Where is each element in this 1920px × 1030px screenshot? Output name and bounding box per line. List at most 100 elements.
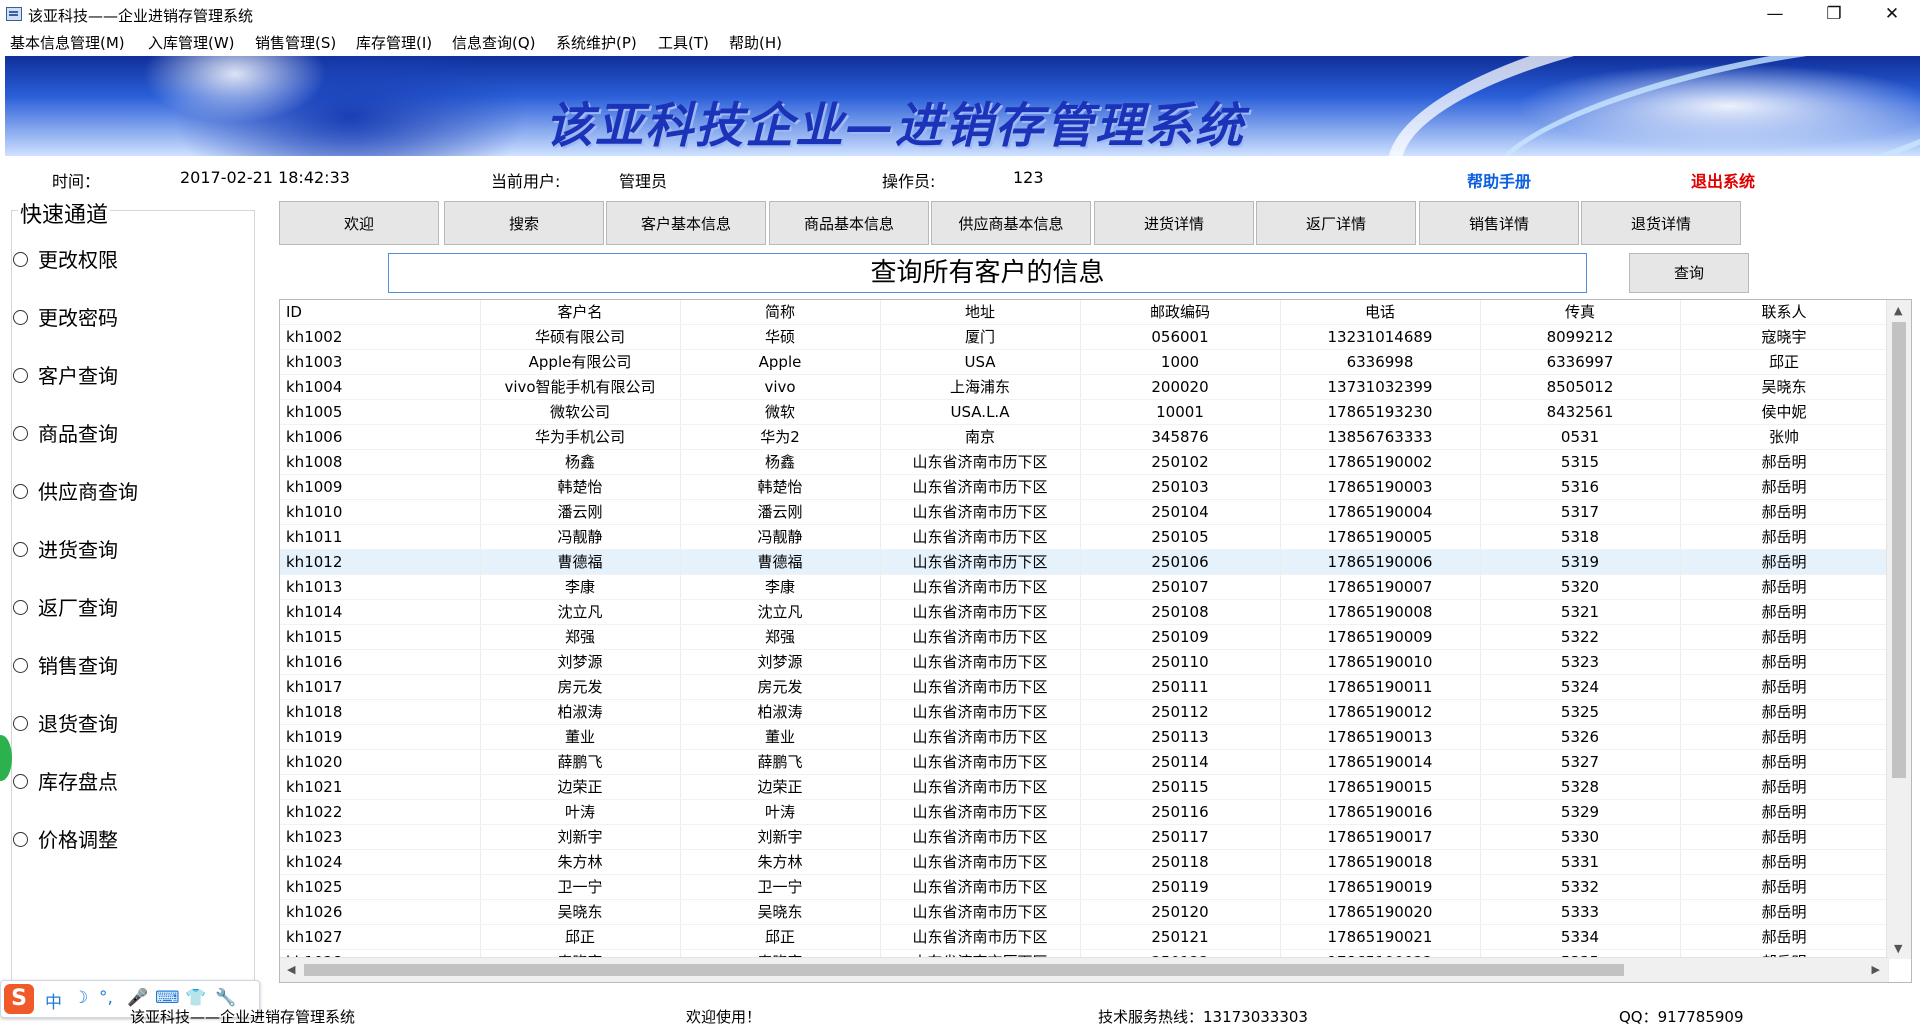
- cell-id[interactable]: kh1026: [280, 899, 481, 925]
- customer-grid[interactable]: ID 客户名 简称 地址 邮政编码 电话 传真 联系人 kh1002 华硕有限公司…: [279, 299, 1912, 983]
- cell-fax[interactable]: 5324: [1480, 674, 1681, 700]
- cell-phone[interactable]: 17865190002: [1280, 449, 1481, 475]
- cell-address[interactable]: 山东省济南市历下区: [880, 899, 1081, 925]
- radio-change-permission[interactable]: 更改权限: [13, 244, 118, 273]
- cell-phone[interactable]: 17865190018: [1280, 849, 1481, 875]
- cell-short-name[interactable]: vivo: [680, 374, 881, 400]
- cell-postcode[interactable]: 250110: [1080, 649, 1281, 675]
- cell-short-name[interactable]: 冯靓静: [680, 524, 881, 550]
- cell-postcode[interactable]: 250109: [1080, 624, 1281, 650]
- table-row[interactable]: kh1013 李康 李康 山东省济南市历下区 250107 17865190007 5320…: [280, 574, 1889, 600]
- cell-contact[interactable]: 郝岳明: [1680, 924, 1889, 950]
- cell-phone[interactable]: 17865190010: [1280, 649, 1481, 675]
- cell-address[interactable]: 山东省济南市历下区: [880, 774, 1081, 800]
- cell-postcode[interactable]: 250121: [1080, 924, 1281, 950]
- table-row[interactable]: kh1005 微软公司 微软 USA.L.A 10001 17865193230 84325…: [280, 399, 1889, 425]
- column-header-contact[interactable]: 联系人: [1680, 300, 1889, 325]
- cell-phone[interactable]: 17865190007: [1280, 574, 1481, 600]
- cell-id[interactable]: kh1023: [280, 824, 481, 850]
- menu-sales[interactable]: 销售管理(S): [255, 32, 336, 53]
- cell-postcode[interactable]: 250116: [1080, 799, 1281, 825]
- cell-fax[interactable]: 0531: [1480, 424, 1681, 450]
- cell-short-name[interactable]: 郑强: [680, 624, 881, 650]
- table-row[interactable]: kh1017 房元发 房元发 山东省济南市历下区 250111 17865190011 53…: [280, 674, 1889, 700]
- table-row[interactable]: kh1002 华硕有限公司 华硕 厦门 056001 13231014689 8099212…: [280, 324, 1889, 350]
- cell-phone[interactable]: 6336998: [1280, 349, 1481, 375]
- cell-id[interactable]: kh1024: [280, 849, 481, 875]
- cell-name[interactable]: 刘新宇: [480, 824, 681, 850]
- table-row[interactable]: kh1025 卫一宁 卫一宁 山东省济南市历下区 250119 17865190019 53…: [280, 874, 1889, 900]
- cell-id[interactable]: kh1019: [280, 724, 481, 750]
- cell-contact[interactable]: 郝岳明: [1680, 849, 1889, 875]
- cell-postcode[interactable]: 250106: [1080, 549, 1281, 575]
- menu-system[interactable]: 系统维护(P): [556, 32, 637, 53]
- table-row[interactable]: kh1003 Apple有限公司 Apple USA 1000 6336998 633699…: [280, 349, 1889, 375]
- cell-short-name[interactable]: 沈立凡: [680, 599, 881, 625]
- cell-contact[interactable]: 寇晓宇: [1680, 324, 1889, 350]
- cell-name[interactable]: 李康: [480, 574, 681, 600]
- cell-phone[interactable]: 17865190019: [1280, 874, 1481, 900]
- cell-short-name[interactable]: 韩楚怡: [680, 474, 881, 500]
- cell-id[interactable]: kh1013: [280, 574, 481, 600]
- cell-name[interactable]: 叶涛: [480, 799, 681, 825]
- cell-short-name[interactable]: 柏淑涛: [680, 699, 881, 725]
- radio-circle-icon[interactable]: [13, 310, 28, 325]
- cell-id[interactable]: kh1011: [280, 524, 481, 550]
- cell-address[interactable]: 山东省济南市历下区: [880, 674, 1081, 700]
- cell-name[interactable]: 曹德福: [480, 549, 681, 575]
- cell-postcode[interactable]: 250108: [1080, 599, 1281, 625]
- cell-postcode[interactable]: 250114: [1080, 749, 1281, 775]
- cell-postcode[interactable]: 250111: [1080, 674, 1281, 700]
- cell-phone[interactable]: 17865190021: [1280, 924, 1481, 950]
- cell-contact[interactable]: 郝岳明: [1680, 624, 1889, 650]
- tab-purchase-details[interactable]: 进货详情: [1094, 201, 1254, 245]
- cell-name[interactable]: 邱正: [480, 924, 681, 950]
- radio-price-adjust[interactable]: 价格调整: [13, 824, 118, 853]
- cell-contact[interactable]: 侯中妮: [1680, 399, 1889, 425]
- cell-fax[interactable]: 5323: [1480, 649, 1681, 675]
- cell-fax[interactable]: 5321: [1480, 599, 1681, 625]
- table-row[interactable]: kh1016 刘梦源 刘梦源 山东省济南市历下区 250110 17865190010 53…: [280, 649, 1889, 675]
- cell-name[interactable]: vivo智能手机有限公司: [480, 374, 681, 400]
- cell-address[interactable]: 山东省济南市历下区: [880, 799, 1081, 825]
- radio-circle-icon[interactable]: [13, 368, 28, 383]
- cell-fax[interactable]: 8505012: [1480, 374, 1681, 400]
- table-row[interactable]: kh1010 潘云刚 潘云刚 山东省济南市历下区 250104 17865190004 53…: [280, 499, 1889, 525]
- cell-name[interactable]: Apple有限公司: [480, 349, 681, 375]
- cell-postcode[interactable]: 250105: [1080, 524, 1281, 550]
- table-row[interactable]: kh1014 沈立凡 沈立凡 山东省济南市历下区 250108 17865190008 53…: [280, 599, 1889, 625]
- cell-contact[interactable]: 吴晓东: [1680, 374, 1889, 400]
- scroll-down-icon[interactable]: ▼: [1894, 942, 1902, 955]
- cell-postcode[interactable]: 10001: [1080, 399, 1281, 425]
- cell-id[interactable]: kh1017: [280, 674, 481, 700]
- cell-postcode[interactable]: 345876: [1080, 424, 1281, 450]
- cell-address[interactable]: 山东省济南市历下区: [880, 499, 1081, 525]
- table-row[interactable]: kh1021 边荣正 边荣正 山东省济南市历下区 250115 17865190015 53…: [280, 774, 1889, 800]
- cell-address[interactable]: 山东省济南市历下区: [880, 749, 1081, 775]
- cell-fax[interactable]: 5320: [1480, 574, 1681, 600]
- cell-short-name[interactable]: 朱方林: [680, 849, 881, 875]
- menu-query[interactable]: 信息查询(Q): [452, 32, 536, 53]
- radio-purchase-query[interactable]: 进货查询: [13, 534, 118, 563]
- cell-phone[interactable]: 17865190012: [1280, 699, 1481, 725]
- cell-short-name[interactable]: 李康: [680, 574, 881, 600]
- cell-id[interactable]: kh1014: [280, 599, 481, 625]
- cell-short-name[interactable]: 杨鑫: [680, 449, 881, 475]
- radio-change-password[interactable]: 更改密码: [13, 302, 118, 331]
- half-width-icon[interactable]: ☽: [73, 988, 88, 1008]
- cell-id[interactable]: kh1018: [280, 699, 481, 725]
- menu-help[interactable]: 帮助(H): [729, 32, 782, 53]
- cell-contact[interactable]: 郝岳明: [1680, 674, 1889, 700]
- tab-welcome[interactable]: 欢迎: [279, 201, 439, 245]
- radio-circle-icon[interactable]: [13, 252, 28, 267]
- radio-return-factory-query[interactable]: 返厂查询: [13, 592, 118, 621]
- table-row[interactable]: kh1015 郑强 郑强 山东省济南市历下区 250109 17865190009 5322…: [280, 624, 1889, 650]
- cell-fax[interactable]: 5331: [1480, 849, 1681, 875]
- cell-fax[interactable]: 5322: [1480, 624, 1681, 650]
- vertical-scrollbar[interactable]: ▲ ▼: [1886, 300, 1911, 959]
- table-row[interactable]: kh1006 华为手机公司 华为2 南京 345876 13856763333 0531 张帅: [280, 424, 1889, 450]
- cell-phone[interactable]: 17865190005: [1280, 524, 1481, 550]
- cell-fax[interactable]: 5325: [1480, 699, 1681, 725]
- tab-search[interactable]: 搜索: [444, 201, 604, 245]
- cell-address[interactable]: USA: [880, 349, 1081, 375]
